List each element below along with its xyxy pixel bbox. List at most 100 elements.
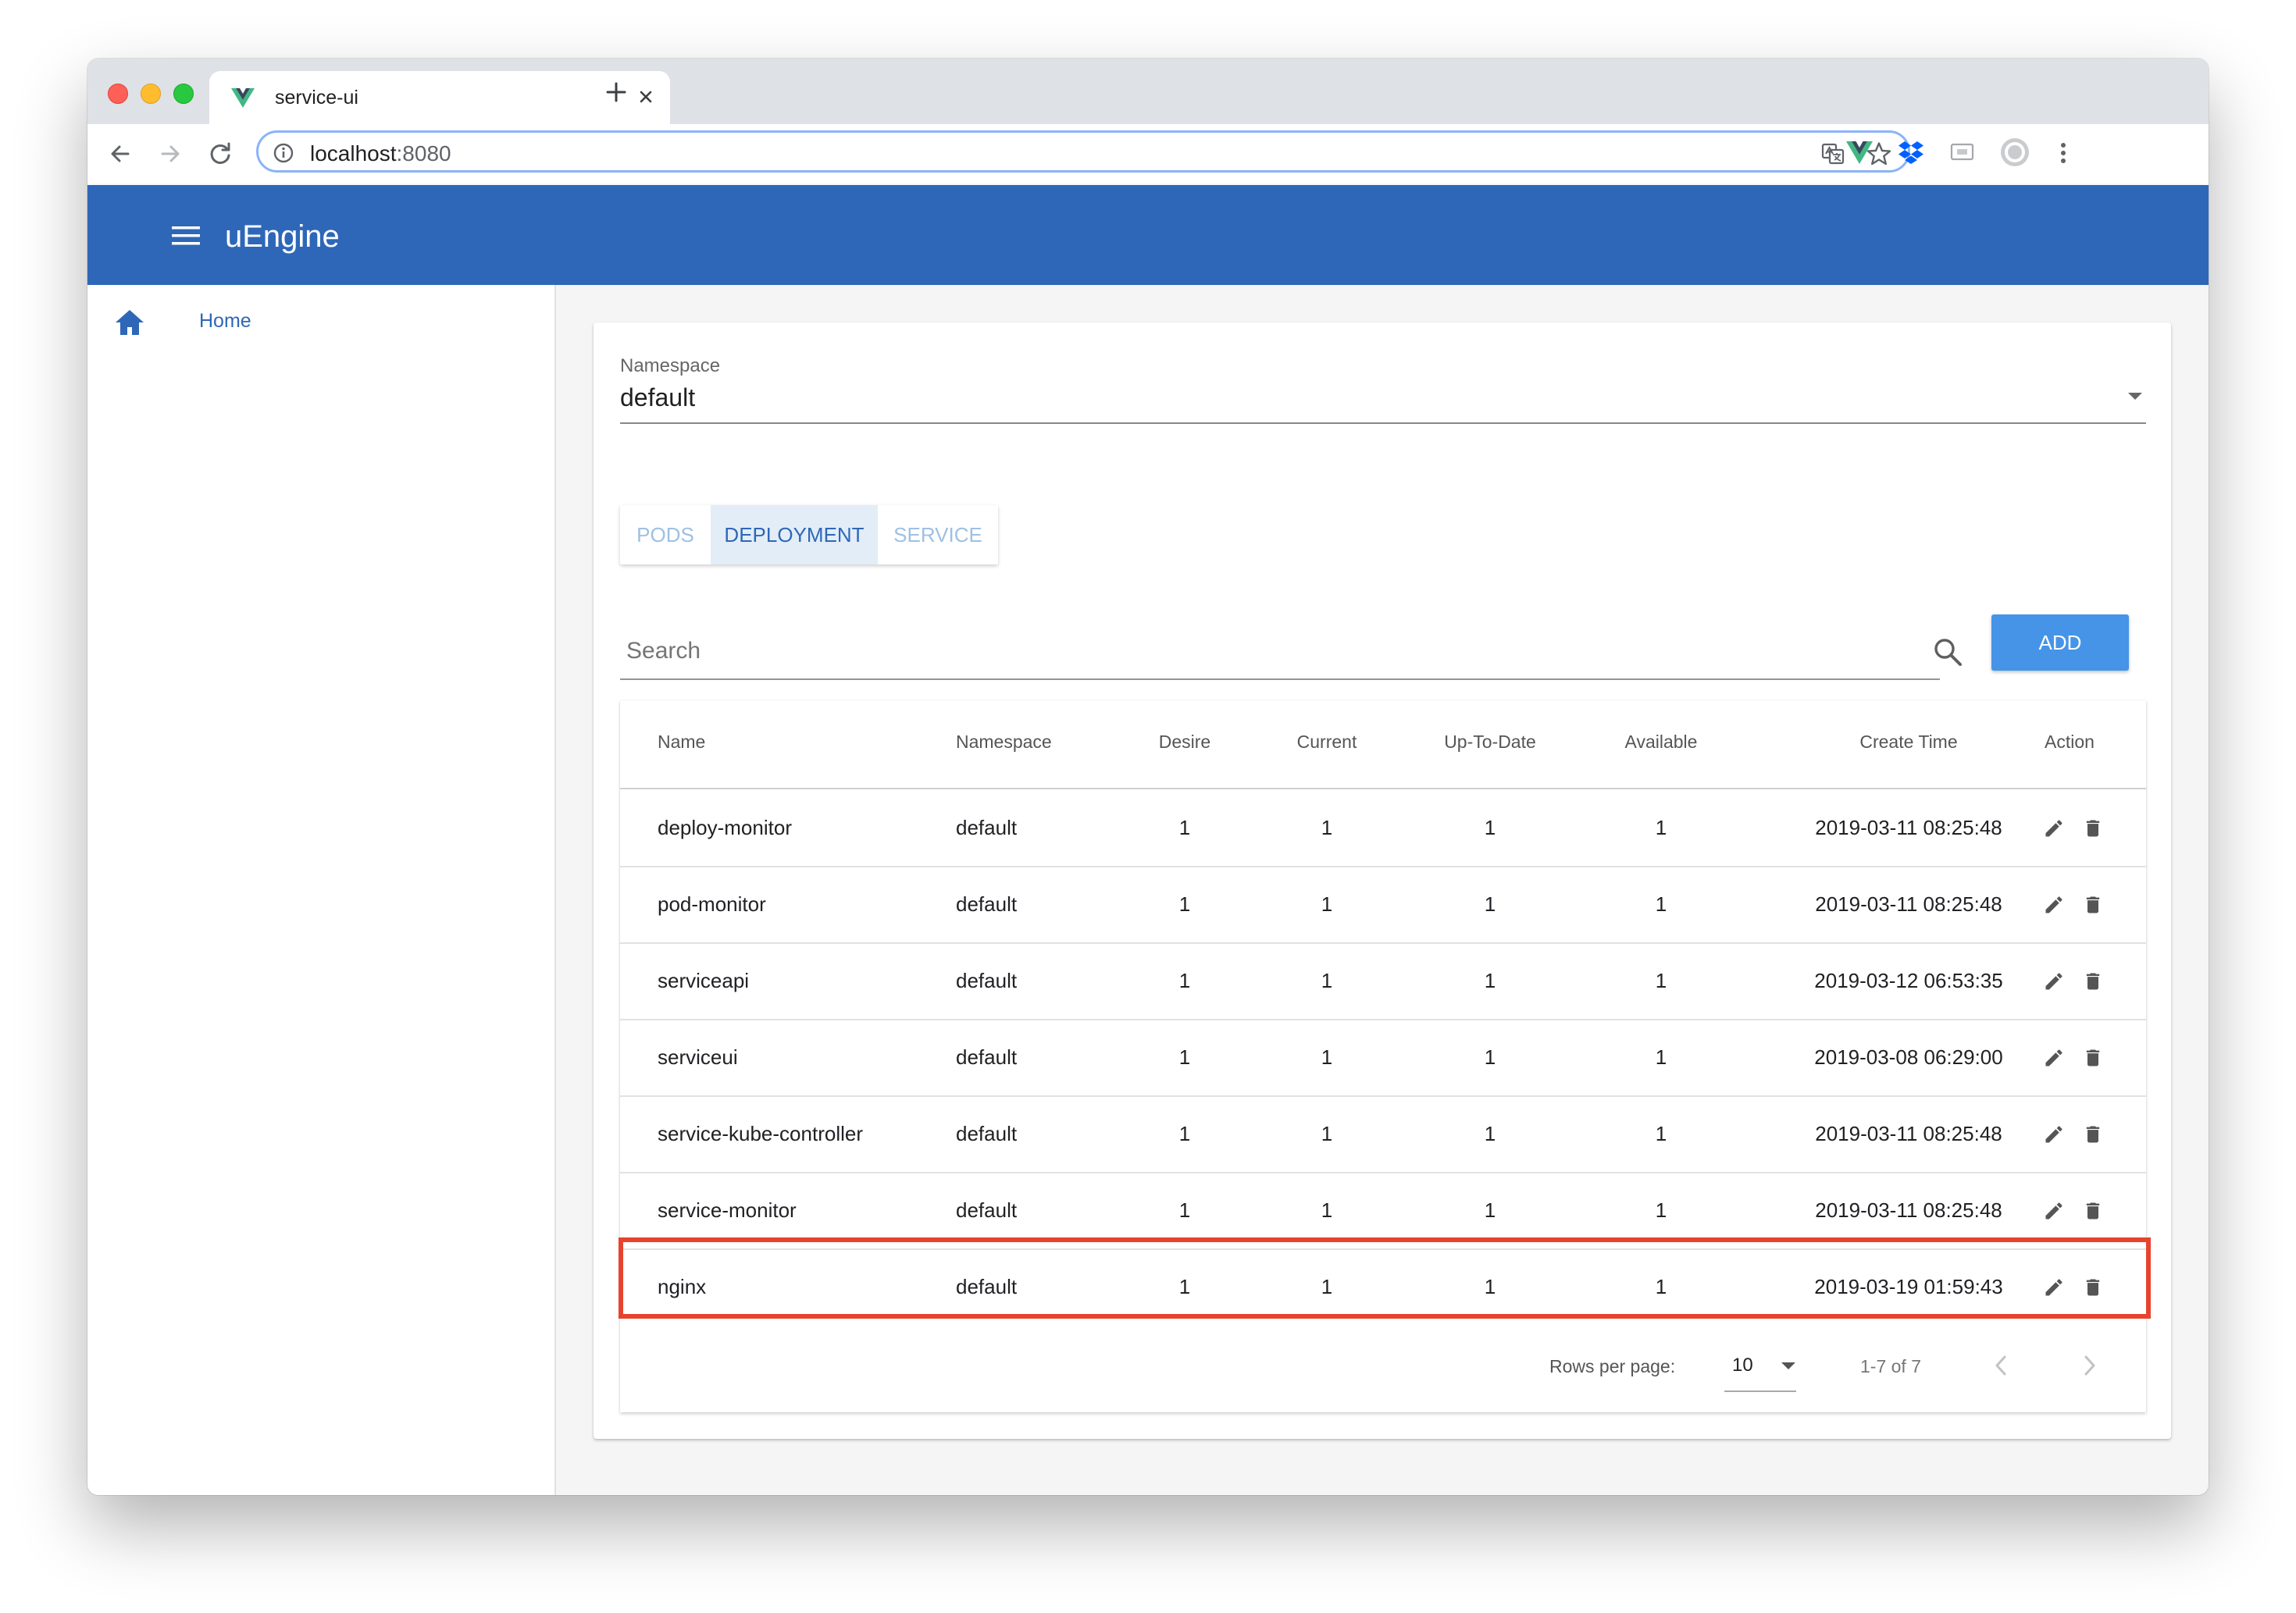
table-cell-desire: 1 [1178,969,1191,992]
close-window-button[interactable] [108,84,128,104]
pagination-range: 1-7 of 7 [1860,1356,1921,1376]
table-cell-name: nginx [658,1275,707,1298]
column-header-uptodate[interactable]: Up-To-Date [1435,732,1545,753]
table-cell-desire: 1 [1178,1275,1191,1298]
new-tab-icon[interactable] [603,79,629,109]
dropdown-caret-icon [2127,391,2143,405]
translate-icon[interactable] [1820,141,1845,170]
tab-strip: service-ui [87,59,2209,124]
rows-per-page-label: Rows per page: [1549,1356,1676,1376]
table-cell-create-time: 2019-03-11 08:25:48 [1815,816,2002,839]
table-cell-create-time: 2019-03-08 06:29:00 [1814,1045,2003,1069]
sidebar-item-label: Home [199,310,251,332]
search-placeholder: Search [626,638,701,664]
column-header-available[interactable]: Available [1618,732,1704,753]
table-row[interactable]: service-monitor default 1 1 1 1 2019-03-11 08:… [620,1172,2146,1250]
table-cell-create-time: 2019-03-19 01:59:43 [1814,1275,2003,1298]
table-cell-create-time: 2019-03-12 06:53:35 [1814,969,2003,992]
dropdown-caret-icon [1781,1361,1796,1375]
edit-pencil-icon[interactable] [2043,1123,2065,1149]
table-cell-available: 1 [1655,1275,1667,1298]
edit-pencil-icon[interactable] [2043,1277,2065,1302]
table-row[interactable]: nginx default 1 1 1 1 2019-03-19 01:59:43 [620,1248,2146,1325]
table-cell-uptodate: 1 [1484,1122,1496,1145]
app-bar: uEngine [87,185,2209,285]
url-host: localhost [310,141,397,166]
home-icon [114,308,145,340]
add-button[interactable]: ADD [1991,614,2129,671]
browser-window: service-ui localhost:8080 uEngine Home N… [87,59,2209,1495]
table-cell-desire: 1 [1178,892,1191,916]
delete-trash-icon[interactable] [2082,817,2104,843]
tab-service[interactable]: SERVICE [878,505,998,564]
resource-tabs: PODS DEPLOYMENT SERVICE [620,505,998,564]
rows-per-page-value: 10 [1732,1355,1753,1376]
content-card: Namespace default PODS DEPLOYMENT SERVIC… [594,322,2171,1439]
table-row[interactable]: serviceui default 1 1 1 1 2019-03-08 06:29:00 [620,1019,2146,1097]
delete-trash-icon[interactable] [2082,1047,2104,1073]
delete-trash-icon[interactable] [2082,1123,2104,1149]
edit-pencil-icon[interactable] [2043,970,2065,996]
address-bar[interactable]: localhost:8080 [256,130,1910,173]
column-header-create-time[interactable]: Create Time [1846,732,1971,753]
table-cell-desire: 1 [1178,1122,1191,1145]
table-pagination: Rows per page: 10 1-7 of 7 [620,1322,2146,1412]
cast-icon[interactable] [1949,140,1976,169]
tab-title: service-ui [275,87,358,109]
table-cell-current: 1 [1321,1122,1333,1145]
table-cell-uptodate: 1 [1484,1045,1496,1069]
table-cell-name: deploy-monitor [658,816,792,839]
table-cell-uptodate: 1 [1484,1275,1496,1298]
forward-arrow-icon[interactable] [156,140,184,172]
maximize-window-button[interactable] [173,84,194,104]
vue-devtools-icon[interactable] [1846,140,1873,169]
tab-deployment[interactable]: DEPLOYMENT [711,505,878,564]
more-vert-icon[interactable] [2059,140,2068,170]
url-text: localhost:8080 [310,141,451,166]
table-row[interactable]: serviceapi default 1 1 1 1 2019-03-12 06:53:35 [620,942,2146,1020]
table-row[interactable]: deploy-monitor default 1 1 1 1 2019-03-11 08:2… [620,789,2146,867]
search-icon[interactable] [1932,636,1963,671]
namespace-underline [620,422,2146,424]
info-icon[interactable] [273,142,294,168]
table-cell-available: 1 [1655,1198,1667,1222]
edit-pencil-icon[interactable] [2043,1047,2065,1073]
chevron-left-icon[interactable] [1991,1353,2010,1382]
chevron-right-icon[interactable] [2080,1353,2099,1382]
reload-icon[interactable] [206,140,234,172]
minimize-window-button[interactable] [141,84,161,104]
table-cell-namespace: default [956,969,1018,992]
tab-close-icon[interactable] [636,87,656,111]
column-header-namespace[interactable]: Namespace [956,732,1052,753]
dropbox-icon[interactable] [1898,140,1924,169]
delete-trash-icon[interactable] [2082,970,2104,996]
hamburger-menu-icon[interactable] [172,224,200,251]
table-cell-desire: 1 [1178,816,1191,839]
back-arrow-icon[interactable] [106,140,134,172]
table-cell-name: serviceui [658,1045,738,1069]
browser-tab[interactable]: service-ui [209,71,670,124]
table-cell-desire: 1 [1178,1198,1191,1222]
table-cell-namespace: default [956,1122,1018,1145]
table-cell-name: service-kube-controller [658,1122,863,1145]
tab-pods[interactable]: PODS [620,505,711,564]
delete-trash-icon[interactable] [2082,1277,2104,1302]
search-underline [620,678,1940,680]
app-title: uEngine [225,219,340,254]
column-header-current[interactable]: Current [1292,732,1362,753]
column-header-desire[interactable]: Desire [1151,732,1218,753]
table-row[interactable]: pod-monitor default 1 1 1 1 2019-03-11 08:25:4… [620,866,2146,944]
table-row[interactable]: service-kube-controller default 1 1 1 1 2019-0… [620,1095,2146,1173]
edit-pencil-icon[interactable] [2043,817,2065,843]
profile-avatar-icon[interactable] [1999,138,2030,172]
delete-trash-icon[interactable] [2082,894,2104,920]
table-cell-current: 1 [1321,892,1333,916]
column-header-name[interactable]: Name [658,732,705,753]
edit-pencil-icon[interactable] [2043,1200,2065,1226]
edit-pencil-icon[interactable] [2043,894,2065,920]
rows-per-page-underline [1724,1390,1796,1392]
table-cell-current: 1 [1321,1275,1333,1298]
delete-trash-icon[interactable] [2082,1200,2104,1226]
table-cell-current: 1 [1321,816,1333,839]
table-cell-current: 1 [1321,1198,1333,1222]
